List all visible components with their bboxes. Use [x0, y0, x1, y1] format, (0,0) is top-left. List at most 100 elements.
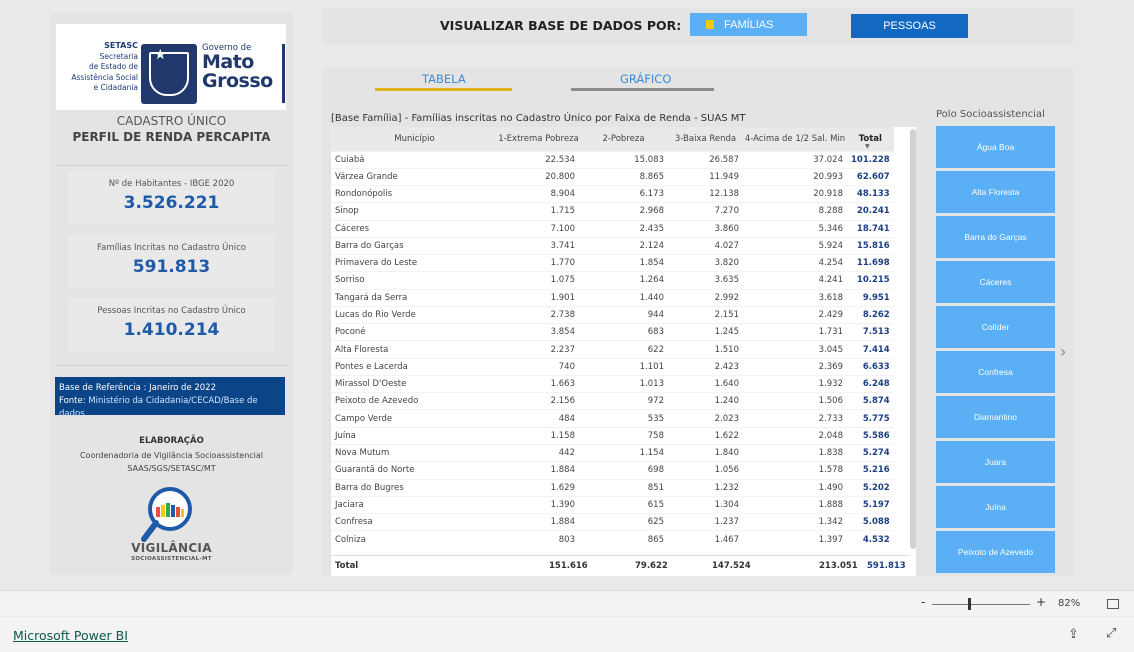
total-pobreza: 79.622 — [635, 561, 668, 571]
polo-button[interactable]: Colíder — [936, 306, 1055, 348]
polo-button[interactable]: Barra do Garças — [936, 216, 1055, 258]
table-row[interactable]: Guarantã do Norte 1.884 698 1.056 1.578 5.216 — [331, 461, 894, 480]
chevron-right-icon[interactable]: › — [1060, 342, 1066, 361]
cell-extrema-pobreza: 484 — [498, 409, 579, 428]
cell-extrema-pobreza: 740 — [498, 357, 579, 376]
table-row[interactable]: Alta Floresta 2.237 622 1.510 3.045 7.414 — [331, 340, 894, 359]
setasc-text: SETASC Secretaria de Estado de Assistênc… — [58, 41, 138, 94]
polo-button[interactable]: Diamantino — [936, 396, 1055, 438]
pessoas-button[interactable]: PESSOAS — [851, 14, 968, 38]
header-total[interactable]: Total — [847, 127, 894, 151]
cell-pobreza: 1.440 — [579, 288, 668, 307]
divider — [56, 165, 287, 166]
zoom-level: 82% — [1058, 598, 1081, 609]
stat-value: 591.813 — [132, 257, 211, 277]
cell-municipio: Colniza — [331, 530, 498, 549]
cell-extrema-pobreza: 1.075 — [498, 271, 579, 290]
polo-button[interactable]: Confresa — [936, 351, 1055, 393]
cell-municipio: Várzea Grande — [331, 167, 498, 186]
table-row[interactable]: Mirassol D'Oeste 1.663 1.013 1.640 1.932 6.24… — [331, 374, 894, 393]
cell-baixa-renda: 1.245 — [668, 323, 743, 341]
cell-pobreza: 851 — [579, 478, 668, 497]
fit-to-page-icon[interactable] — [1107, 599, 1119, 609]
table-row[interactable]: Juína 1.158 758 1.622 2.048 5.586 — [331, 426, 894, 445]
share-icon[interactable]: ⇪ — [1068, 627, 1079, 642]
cell-municipio: Cáceres — [331, 219, 498, 238]
tab-tabela[interactable]: TABELA — [422, 72, 466, 86]
table-row[interactable]: Lucas do Rio Verde 2.738 944 2.151 2.429 8.26… — [331, 305, 894, 324]
table-row[interactable]: Cuiabá 22.534 15.083 26.587 37.024 101.228 — [331, 150, 894, 169]
power-bi-link[interactable]: Microsoft Power BI — [13, 628, 128, 643]
table-row[interactable]: Primavera do Leste 1.770 1.854 3.820 4.254 11… — [331, 254, 894, 272]
cell-extrema-pobreza: 2.237 — [498, 340, 579, 359]
expand-icon[interactable]: ⤢ — [1106, 626, 1116, 641]
polo-button[interactable]: Cáceres — [936, 261, 1055, 303]
cell-baixa-renda: 2.423 — [668, 357, 743, 376]
table-row[interactable]: Peixoto de Azevedo 2.156 972 1.240 1.506 5.87… — [331, 392, 894, 410]
table-row[interactable]: Tangará da Serra 1.901 1.440 2.992 3.618 9.95… — [331, 288, 894, 307]
cell-municipio: Sorriso — [331, 271, 498, 290]
data-table: Município 1-Extrema Pobreza 2-Pobreza 3-… — [331, 127, 916, 576]
coat-of-arms-icon: ★ — [141, 44, 197, 104]
table-row[interactable]: Confresa 1.884 625 1.237 1.342 5.088 — [331, 513, 894, 531]
table-scrollbar[interactable] — [910, 129, 916, 549]
source-link[interactable]: Ministério da Cidadania/CECAD/Base de da… — [59, 396, 258, 419]
cell-total: 4.532 — [847, 530, 894, 549]
cell-acima-meio-salario: 2.429 — [743, 305, 847, 324]
table-row[interactable]: Nova Mutum 442 1.154 1.840 1.838 5.274 — [331, 444, 894, 462]
header-pobreza[interactable]: 2-Pobreza — [579, 127, 668, 151]
panel-subtitle: PERFIL DE RENDA PERCAPITA — [72, 130, 271, 144]
cell-extrema-pobreza: 3.741 — [498, 236, 579, 255]
polo-button[interactable]: Alta Floresta — [936, 171, 1055, 213]
elaboration-line: SAAS/SGS/SETASC/MT — [127, 464, 216, 473]
cell-extrema-pobreza: 1.715 — [498, 202, 579, 221]
cell-municipio: Primavera do Leste — [331, 254, 498, 272]
cell-municipio: Nova Mutum — [331, 444, 498, 462]
tab-grafico[interactable]: GRÁFICO — [620, 72, 671, 86]
cell-baixa-renda: 1.640 — [668, 374, 743, 393]
cell-municipio: Tangará da Serra — [331, 288, 498, 307]
stat-label: Nº de Habitantes - IBGE 2020 — [108, 179, 235, 189]
polo-button[interactable]: Juara — [936, 441, 1055, 483]
familias-label: FAMÍLIAS — [724, 18, 774, 31]
total-label: Total — [335, 561, 359, 571]
polo-button[interactable]: Peixoto de Azevedo — [936, 531, 1055, 573]
familias-button[interactable]: FAMÍLIAS — [690, 13, 807, 36]
zoom-out-button[interactable]: - — [921, 595, 925, 609]
main-panel: TABELA GRÁFICO [Base Família] - Famílias… — [322, 67, 1074, 576]
cell-total: 11.698 — [847, 254, 894, 272]
source-label: Fonte: — [59, 396, 89, 406]
table-row[interactable]: Sinop 1.715 2.968 7.270 8.288 20.241 — [331, 202, 894, 221]
reference-box: Base de Referência : Janeiro de 2022 Fon… — [55, 377, 285, 419]
stat-label: Pessoas Incritas no Cadastro Único — [97, 306, 246, 316]
polo-button[interactable]: Água Boa — [936, 126, 1055, 168]
table-row[interactable]: Colniza 803 865 1.467 1.397 4.532 — [331, 530, 894, 549]
header-municipio[interactable]: Município — [331, 127, 498, 151]
zoom-in-button[interactable]: + — [1036, 595, 1046, 609]
sort-desc-icon[interactable]: ▼ — [865, 143, 870, 150]
cell-pobreza: 1.264 — [579, 271, 668, 290]
header-extrema-pobreza[interactable]: 1-Extrema Pobreza — [498, 127, 579, 151]
polo-button[interactable]: Juína — [936, 486, 1055, 528]
table-row[interactable]: Sorriso 1.075 1.264 3.635 4.241 10.215 — [331, 271, 894, 290]
cell-pobreza: 758 — [579, 426, 668, 445]
header-acima-meio-salario[interactable]: 4-Acima de 1/2 Sal. Min — [743, 127, 847, 151]
table-row[interactable]: Rondonópolis 8.904 6.173 12.138 20.918 48.133 — [331, 185, 894, 203]
source-line: Fonte: Ministério da Cidadania/CECAD/Bas… — [59, 395, 285, 421]
table-row[interactable]: Barra do Bugres 1.629 851 1.232 1.490 5.202 — [331, 478, 894, 497]
table-row[interactable]: Barra do Garças 3.741 2.124 4.027 5.924 15.81… — [331, 236, 894, 255]
cell-baixa-renda: 1.232 — [668, 478, 743, 497]
cell-acima-meio-salario: 5.346 — [743, 219, 847, 238]
table-row[interactable]: Jaciara 1.390 615 1.304 1.888 5.197 — [331, 495, 894, 514]
zoom-slider-track[interactable] — [932, 604, 1030, 605]
table-row[interactable]: Pontes e Lacerda 740 1.101 2.423 2.369 6.633 — [331, 357, 894, 376]
table-row[interactable]: Várzea Grande 20.800 8.865 11.949 20.993 62.6… — [331, 167, 894, 186]
polo-list: Água Boa Alta Floresta Barra do Garças Cáce… — [936, 126, 1055, 576]
cell-acima-meio-salario: 3.045 — [743, 340, 847, 359]
cell-acima-meio-salario: 1.578 — [743, 461, 847, 480]
table-row[interactable]: Cáceres 7.100 2.435 3.860 5.346 18.741 — [331, 219, 894, 238]
zoom-slider-thumb[interactable] — [968, 598, 972, 610]
table-row[interactable]: Poconé 3.854 683 1.245 1.731 7.513 — [331, 323, 894, 341]
table-row[interactable]: Campo Verde 484 535 2.023 2.733 5.775 — [331, 409, 894, 428]
header-baixa-renda[interactable]: 3-Baixa Renda — [668, 127, 743, 151]
